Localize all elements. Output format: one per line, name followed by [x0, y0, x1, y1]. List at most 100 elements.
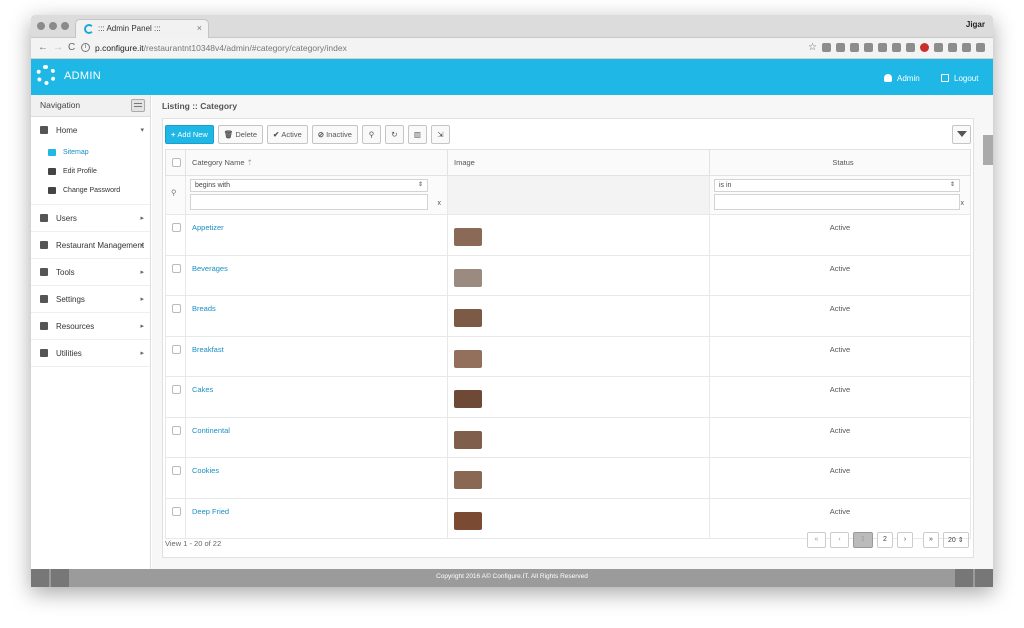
sidebar-item-resources[interactable]: Resources ▸ — [31, 313, 150, 340]
row-checkbox[interactable] — [172, 304, 181, 313]
filter-funnel-icon[interactable] — [952, 125, 971, 144]
last-page-button[interactable]: » — [923, 532, 939, 548]
table-row[interactable]: Continental Active — [165, 416, 971, 458]
adblock-icon[interactable] — [920, 43, 929, 52]
status-cell: Active — [709, 416, 971, 458]
category-thumbnail[interactable] — [454, 228, 482, 246]
footer-home-icon[interactable] — [955, 569, 973, 587]
row-checkbox[interactable] — [172, 466, 181, 475]
site-info-icon[interactable]: i — [81, 43, 90, 52]
category-thumbnail[interactable] — [454, 511, 482, 530]
extension-icon[interactable] — [878, 43, 887, 52]
browser-profile-name[interactable]: Jigar — [966, 20, 985, 29]
clear-status-filter-icon[interactable]: x — [961, 200, 965, 207]
window-close-dot[interactable] — [37, 22, 45, 30]
category-name-link[interactable]: Continental — [192, 426, 230, 435]
name-operator-select[interactable]: begins with ⇕ — [190, 179, 428, 192]
sidebar-item-restaurant-management[interactable]: Restaurant Management ▸ — [31, 232, 150, 259]
category-name-link[interactable]: Deep Fried — [192, 507, 229, 516]
add-new-button[interactable]: + Add New — [165, 125, 214, 144]
category-thumbnail[interactable] — [454, 268, 482, 287]
columns-button[interactable]: ▥ — [407, 125, 427, 144]
sidebar-item-utilities[interactable]: Utilities ▸ — [31, 340, 150, 367]
extension-icon[interactable] — [836, 43, 845, 52]
column-header-status[interactable]: Status — [709, 149, 971, 176]
row-checkbox[interactable] — [172, 263, 181, 273]
row-checkbox[interactable] — [172, 223, 181, 232]
column-header-label: Image — [454, 158, 475, 167]
extension-icon[interactable] — [892, 43, 901, 52]
status-filter-input[interactable] — [714, 194, 960, 210]
category-name-link[interactable]: Breads — [192, 304, 216, 313]
category-thumbnail[interactable] — [454, 390, 482, 408]
row-checkbox[interactable] — [172, 425, 181, 435]
current-page-input[interactable]: 1 — [853, 532, 873, 548]
sidebar-subitem-sitemap[interactable]: Sitemap — [31, 144, 150, 163]
category-name-filter-input[interactable] — [190, 194, 428, 210]
page-2-button[interactable]: 2 — [877, 532, 893, 548]
table-row[interactable]: Breakfast Active — [165, 335, 971, 377]
reload-icon[interactable]: C — [68, 42, 75, 53]
forward-icon[interactable]: → — [53, 42, 63, 53]
active-button[interactable]: ✔ Active — [267, 125, 308, 144]
first-page-button[interactable]: « — [807, 532, 826, 548]
sidebar-item-settings[interactable]: Settings ▸ — [31, 286, 150, 313]
table-row[interactable]: Beverages Active — [165, 254, 971, 296]
status-operator-select[interactable]: is in ⇕ — [714, 179, 960, 192]
row-checkbox[interactable] — [172, 344, 181, 354]
category-thumbnail[interactable] — [454, 349, 482, 368]
column-header-image[interactable]: Image — [447, 149, 710, 176]
column-header-category-name[interactable]: Category Name ⇡ — [185, 149, 448, 176]
bookmark-star-icon[interactable]: ☆ — [808, 43, 817, 53]
extension-icon[interactable] — [906, 43, 915, 52]
extension-icon[interactable] — [948, 43, 957, 52]
prev-page-button[interactable]: ‹ — [830, 532, 849, 548]
search-button[interactable]: ⚲ — [361, 125, 381, 144]
extension-icon[interactable] — [822, 43, 831, 52]
table-row[interactable]: Cookies Active — [165, 457, 971, 499]
sidebar-item-tools[interactable]: Tools ▸ — [31, 259, 150, 286]
address-bar[interactable]: i p.configure.it/restaurantnt10348v4/adm… — [81, 41, 761, 56]
select-all-checkbox[interactable] — [172, 158, 181, 167]
sidebar-toggle-icon[interactable] — [131, 99, 145, 112]
tab-close-icon[interactable]: × — [197, 23, 202, 33]
sidebar-item-home[interactable]: Home ▾ — [31, 117, 150, 144]
page-size-select[interactable]: 20 ⇕ — [943, 532, 969, 548]
sidebar-subitem-edit-profile[interactable]: Edit Profile — [31, 163, 150, 182]
back-icon[interactable]: ← — [38, 42, 48, 53]
category-name-link[interactable]: Appetizer — [192, 223, 224, 232]
extension-icon[interactable] — [962, 43, 971, 52]
table-row[interactable]: Appetizer Active — [165, 214, 971, 256]
category-name-link[interactable]: Cookies — [192, 466, 219, 475]
category-name-link[interactable]: Cakes — [192, 385, 213, 394]
row-checkbox[interactable] — [172, 385, 181, 394]
extension-icon[interactable] — [850, 43, 859, 52]
category-name-link[interactable]: Beverages — [192, 264, 228, 273]
browser-tab[interactable]: ::: Admin Panel ::: × — [75, 19, 209, 38]
sidebar-item-users[interactable]: Users ▸ — [31, 205, 150, 232]
clear-name-filter-icon[interactable]: x — [438, 200, 442, 207]
app-title[interactable]: ADMIN — [64, 70, 101, 82]
window-minimize-dot[interactable] — [49, 22, 57, 30]
admin-user-link[interactable]: Admin — [884, 74, 920, 83]
category-thumbnail[interactable] — [454, 471, 482, 489]
row-checkbox[interactable] — [172, 506, 181, 516]
table-row[interactable]: Cakes Active — [165, 376, 971, 418]
category-thumbnail[interactable] — [454, 430, 482, 449]
logout-link[interactable]: Logout — [941, 74, 978, 83]
next-page-button[interactable]: › — [897, 532, 913, 548]
refresh-button[interactable]: ↻ — [384, 125, 404, 144]
extension-icon[interactable] — [864, 43, 873, 52]
side-scroll-tab[interactable] — [983, 135, 993, 165]
extension-icon[interactable] — [934, 43, 943, 52]
export-button[interactable]: ⇲ — [430, 125, 450, 144]
browser-menu-icon[interactable] — [976, 43, 985, 52]
category-name-link[interactable]: Breakfast — [192, 345, 224, 354]
category-thumbnail[interactable] — [454, 309, 482, 327]
footer-fullscreen-icon[interactable] — [975, 569, 993, 587]
table-row[interactable]: Breads Active — [165, 295, 971, 337]
sidebar-subitem-change-password[interactable]: Change Password — [31, 182, 150, 201]
window-maximize-dot[interactable] — [61, 22, 69, 30]
inactive-button[interactable]: ⊘ Inactive — [311, 125, 358, 144]
delete-button[interactable]: 🗑 Delete — [217, 125, 264, 144]
